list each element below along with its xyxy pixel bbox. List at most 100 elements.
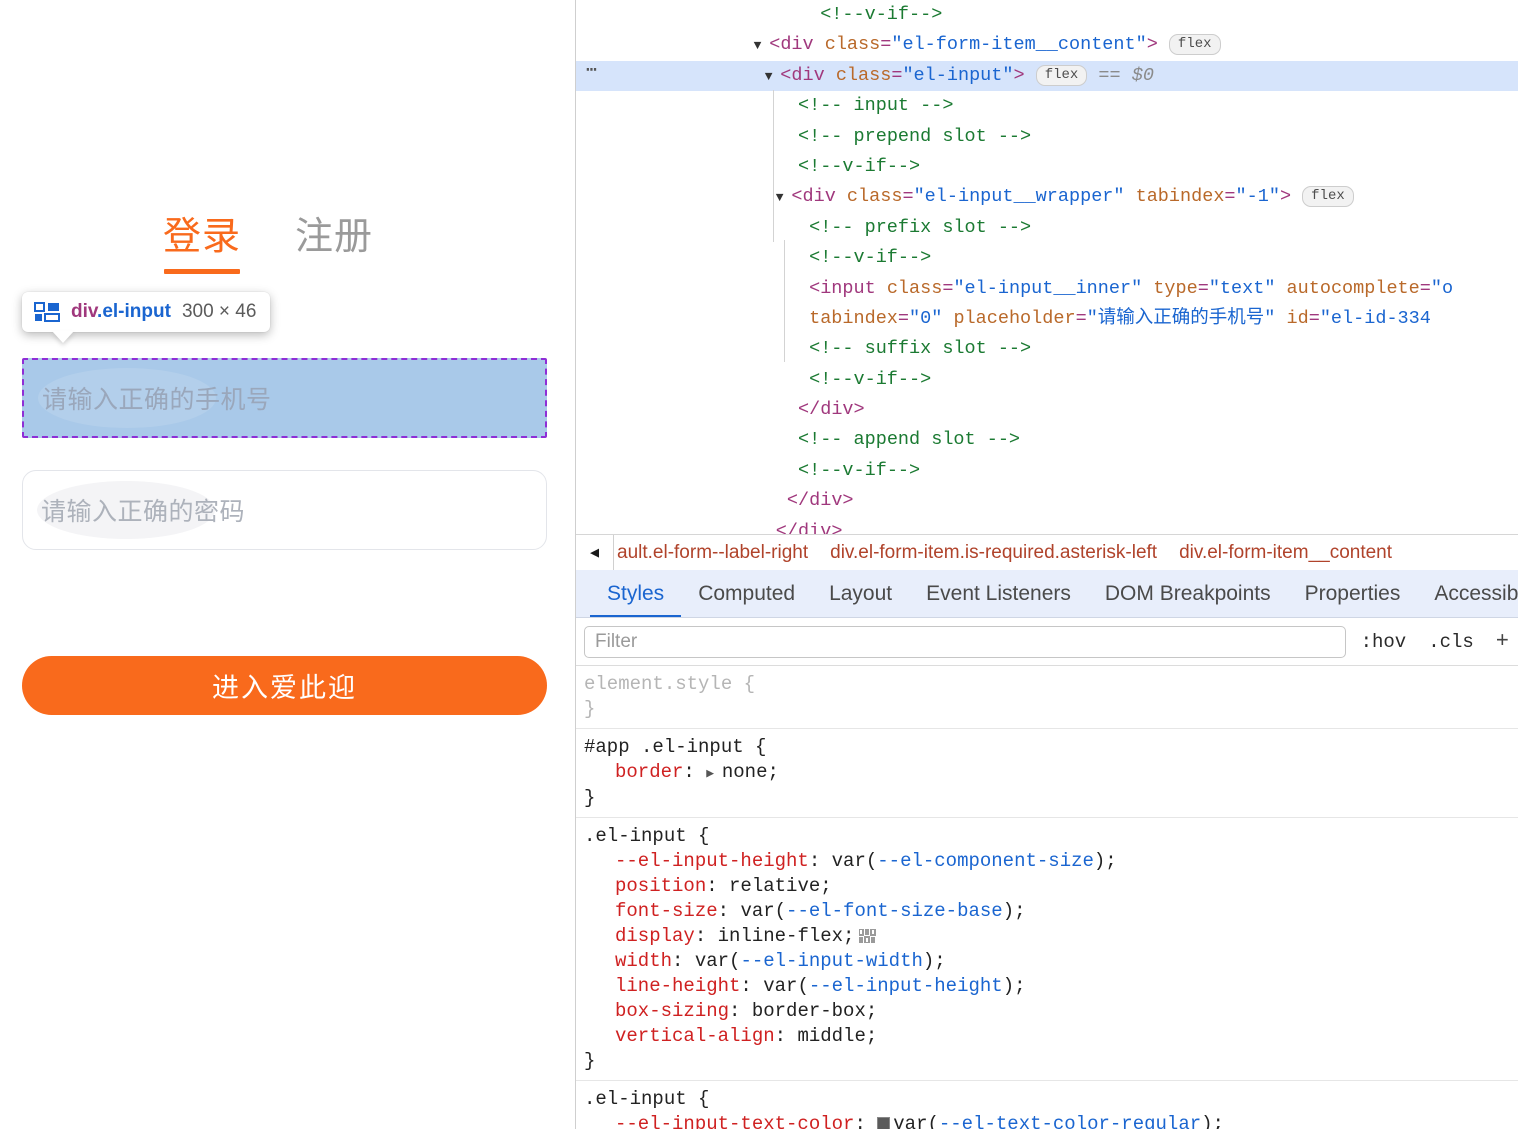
css-rule[interactable]: #app .el-input {border: ▶ none;} xyxy=(576,729,1518,818)
css-var-reference[interactable]: --el-font-size-base xyxy=(786,900,1003,922)
css-property-value[interactable]: border-box; xyxy=(752,1000,877,1022)
css-declaration[interactable]: --el-input-height: var(--el-component-si… xyxy=(584,849,1518,874)
css-property-name[interactable]: vertical-align xyxy=(584,1025,775,1047)
css-property-value[interactable]: middle; xyxy=(797,1025,877,1047)
dom-tree-row[interactable]: <!-- prefix slot --> xyxy=(576,213,1518,243)
tab-accessibility[interactable]: Accessibility xyxy=(1417,570,1518,617)
dom-row-menu-icon[interactable]: ⋯ xyxy=(586,56,599,86)
tab-styles[interactable]: Styles xyxy=(590,570,681,617)
css-declaration[interactable]: --el-input-text-color: var(--el-text-col… xyxy=(584,1112,1518,1129)
css-selector[interactable]: .el-input { xyxy=(584,1087,1518,1112)
css-property-name[interactable]: border xyxy=(584,761,683,783)
dom-tree-row[interactable]: <!-- input --> xyxy=(576,91,1518,121)
tab-dom-breakpoints[interactable]: DOM Breakpoints xyxy=(1088,570,1288,617)
css-property-name[interactable]: box-sizing xyxy=(584,1000,729,1022)
dom-tree-row[interactable]: </div> xyxy=(576,486,1518,516)
dom-tree-row[interactable]: <!--v-if--> xyxy=(576,365,1518,395)
css-property-name[interactable]: font-size xyxy=(584,900,718,922)
css-var-reference[interactable]: --el-text-color-regular xyxy=(939,1113,1201,1129)
dom-token-tag: div xyxy=(820,399,854,421)
css-rule-close-brace: } xyxy=(584,1050,596,1072)
dom-tree-row[interactable]: <!-- suffix slot --> xyxy=(576,334,1518,364)
dom-tree-row[interactable]: <!--v-if--> xyxy=(576,0,1518,30)
css-var-reference[interactable]: --el-component-size xyxy=(877,850,1094,872)
breadcrumb-item[interactable]: div.el-form-item__content xyxy=(1168,535,1403,570)
css-selector[interactable]: #app .el-input { xyxy=(584,735,1518,760)
tab-computed[interactable]: Computed xyxy=(681,570,812,617)
css-value: var( xyxy=(763,975,809,997)
css-property-name[interactable]: line-height xyxy=(584,975,740,997)
css-declaration[interactable]: box-sizing: border-box; xyxy=(584,999,1518,1024)
css-declaration[interactable]: font-size: var(--el-font-size-base); xyxy=(584,899,1518,924)
flex-badge[interactable]: flex xyxy=(1168,34,1221,56)
dom-tree-row[interactable]: <!--v-if--> xyxy=(576,243,1518,273)
css-selector[interactable]: .el-input { xyxy=(584,824,1518,849)
css-declaration[interactable]: border: ▶ none; xyxy=(584,760,1518,786)
css-declaration[interactable]: position: relative; xyxy=(584,874,1518,899)
dom-tree-row[interactable]: </div> xyxy=(576,395,1518,425)
dom-tree[interactable]: <!--v-if--> ▼ <div class="el-form-item__c… xyxy=(576,0,1518,534)
dom-tree-row[interactable]: ▼ <div class="el-form-item__content"> fl… xyxy=(576,30,1518,60)
expand-collapse-arrow-icon[interactable]: ▼ xyxy=(754,38,770,53)
dom-tree-row[interactable]: ▼ <div class="el-input__wrapper" tabinde… xyxy=(576,182,1518,212)
dom-tree-row[interactable]: <input class="el-input__inner" type="tex… xyxy=(576,274,1518,304)
color-swatch[interactable] xyxy=(877,1117,891,1129)
styles-filter-input[interactable] xyxy=(584,625,1346,658)
submit-button[interactable]: 进入爱此迎 xyxy=(22,656,547,715)
css-colon: : xyxy=(808,850,832,872)
css-property-value[interactable]: relative; xyxy=(729,875,832,897)
css-declaration[interactable]: line-height: var(--el-input-height); xyxy=(584,974,1518,999)
css-var-reference[interactable]: --el-input-height xyxy=(809,975,1003,997)
css-rule[interactable]: .el-input {--el-input-text-color: var(--… xyxy=(576,1081,1518,1129)
tab-event-listeners[interactable]: Event Listeners xyxy=(909,570,1088,617)
css-var-reference[interactable]: --el-input-width xyxy=(740,950,922,972)
new-style-rule-button[interactable]: + xyxy=(1489,629,1511,654)
expand-collapse-arrow-icon[interactable]: ▼ xyxy=(776,190,792,205)
dom-token-val: "-1" xyxy=(1235,186,1280,208)
dom-tree-row[interactable]: ⋯ ▼ <div class="el-input"> flex == $0 xyxy=(576,60,1518,92)
dom-tree-row[interactable]: tabindex="0" placeholder="请输入正确的手机号" id=… xyxy=(576,304,1518,334)
dom-token-punc: = xyxy=(1308,307,1320,329)
dom-tree-row[interactable]: <!--v-if--> xyxy=(576,456,1518,486)
expand-shorthand-icon[interactable]: ▶ xyxy=(706,766,722,781)
toggle-hov-button[interactable]: :hov xyxy=(1354,631,1414,653)
tab-properties[interactable]: Properties xyxy=(1288,570,1418,617)
tab-layout[interactable]: Layout xyxy=(812,570,909,617)
expand-collapse-arrow-icon[interactable]: ▼ xyxy=(765,69,781,84)
dom-tree-row[interactable]: <!-- append slot --> xyxy=(576,425,1518,455)
css-rule[interactable]: .el-input {--el-input-height: var(--el-c… xyxy=(576,818,1518,1081)
css-declaration[interactable]: display: inline-flex; xyxy=(584,924,1518,949)
css-property-name[interactable]: --el-input-height xyxy=(584,850,809,872)
dom-token-val: "el-input" xyxy=(902,64,1014,86)
breadcrumb-item[interactable]: div.el-form-item.is-required.asterisk-le… xyxy=(819,535,1168,570)
css-declaration[interactable]: vertical-align: middle; xyxy=(584,1024,1518,1049)
css-value: ); xyxy=(1201,1113,1224,1129)
dom-tree-row[interactable]: </div> xyxy=(576,517,1518,534)
css-rule[interactable]: element.style {} xyxy=(576,666,1518,729)
flex-badge[interactable]: flex xyxy=(1035,64,1088,86)
tab-register[interactable]: 注册 xyxy=(295,214,373,268)
css-selector[interactable]: element.style { xyxy=(584,672,1518,697)
css-property-value[interactable]: none; xyxy=(722,761,779,783)
styles-pane[interactable]: element.style {} #app .el-input {border: … xyxy=(576,666,1518,1129)
breadcrumb-item[interactable]: ault.el-form--label-right xyxy=(606,535,819,570)
css-property-name[interactable]: width xyxy=(584,950,672,972)
dom-tree-row[interactable]: <!--v-if--> xyxy=(576,152,1518,182)
css-property-value[interactable]: inline-flex; xyxy=(718,925,855,947)
css-property-name[interactable]: display xyxy=(584,925,695,947)
password-input[interactable]: 请输入正确的密码 xyxy=(22,470,547,550)
flex-editor-icon[interactable] xyxy=(858,926,877,944)
css-declaration[interactable]: width: var(--el-input-width); xyxy=(584,949,1518,974)
toggle-cls-button[interactable]: .cls xyxy=(1421,631,1481,653)
css-property-name[interactable]: --el-input-text-color xyxy=(584,1113,854,1129)
dom-indent-guide xyxy=(772,90,774,242)
dom-token-val: "请输入正确的手机号" xyxy=(1086,307,1276,329)
sidebar-tab-bar: Styles Computed Layout Event Listeners DOM B… xyxy=(576,570,1518,618)
dom-token-punc: = xyxy=(1419,277,1431,299)
css-property-name[interactable]: position xyxy=(584,875,706,897)
dom-tree-row[interactable]: <!-- prepend slot --> xyxy=(576,122,1518,152)
tab-login[interactable]: 登录 xyxy=(163,214,241,273)
css-colon: : xyxy=(706,875,730,897)
flex-badge[interactable]: flex xyxy=(1302,186,1354,208)
phone-input[interactable]: 请输入正确的手机号 xyxy=(22,358,547,438)
